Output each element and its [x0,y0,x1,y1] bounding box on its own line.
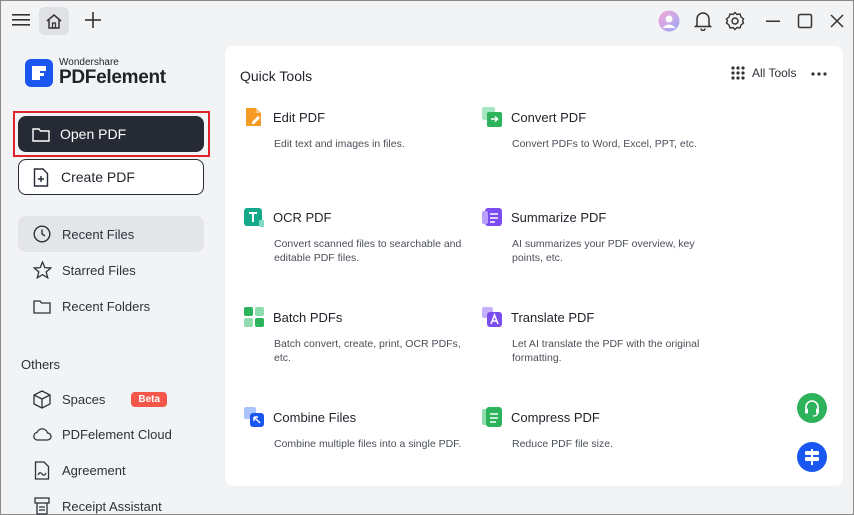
home-icon [46,13,62,29]
sidebar-item-starred-files[interactable]: Starred Files [18,252,204,288]
tool-name: Edit PDF [273,109,326,125]
settings-gear-icon[interactable] [723,9,747,33]
tool-name: Convert PDF [511,109,587,125]
star-icon [32,260,52,280]
sidebar-item-label: Spaces [62,391,106,407]
tool-translate-pdf[interactable]: Translate PDF Let AI translate the PDF w… [481,306,701,365]
user-avatar-icon[interactable] [657,9,681,33]
tool-name: OCR PDF [273,209,332,225]
tool-compress-pdf[interactable]: Compress PDF Reduce PDF file size. [481,406,701,451]
app-logo: Wondershare PDFelement [25,57,166,88]
tool-name: Combine Files [273,409,357,425]
cube-icon [32,389,52,409]
tool-batch-pdfs[interactable]: Batch PDFs Batch convert, create, print,… [243,306,463,365]
tool-description: Convert PDFs to Word, Excel, PPT, etc. [512,138,697,150]
grid-icon [731,66,745,80]
brand-name: PDFelement [59,67,166,88]
tool-description: Edit text and images in files. [274,138,405,150]
create-pdf-button[interactable]: Create PDF [18,159,204,195]
sidebar-item-receipt-assistant[interactable]: Receipt Assistant [18,488,204,515]
tool-name: Compress PDF [511,409,600,425]
title-bar [1,1,853,39]
new-tab-plus-icon[interactable] [81,9,105,31]
tool-convert-pdf[interactable]: Convert PDF Convert PDFs to Word, Excel,… [481,106,701,151]
sidebar-item-agreement[interactable]: Agreement [18,452,204,488]
signpost-icon [805,449,819,465]
all-tools-label: All Tools [752,66,797,80]
headset-icon [805,400,819,417]
page-title: Quick Tools [240,68,313,84]
close-window-icon[interactable] [825,9,849,33]
hamburger-menu-icon[interactable] [9,9,33,31]
tool-name: Translate PDF [511,309,595,325]
tool-description: AI summarizes your PDF overview, key poi… [512,238,695,264]
folder-icon [32,296,52,316]
sidebar-item-label: Starred Files [62,262,136,278]
create-pdf-label: Create PDF [61,169,135,185]
tool-summarize-pdf[interactable]: Summarize PDF AI summarizes your PDF ove… [481,206,701,265]
cloud-icon [32,424,52,444]
sidebar-item-label: PDFelement Cloud [62,426,172,442]
tool-description: Let AI translate the PDF with the origin… [512,338,700,364]
sidebar-item-label: Receipt Assistant [62,498,162,514]
convert-pdf-icon [481,106,503,128]
batch-pdfs-icon [243,306,265,328]
pdfelement-logo-icon [25,58,53,87]
ocr-pdf-icon [243,206,265,228]
clock-icon [32,224,52,244]
folder-icon [32,124,52,144]
receipt-icon [32,496,52,515]
sidebar-item-label: Recent Files [62,226,135,242]
sidebar-item-label: Recent Folders [62,298,151,314]
notification-bell-icon[interactable] [691,9,715,33]
tool-name: Summarize PDF [511,209,607,225]
others-section-label: Others [21,357,61,372]
all-tools-button[interactable]: All Tools [731,66,796,80]
edit-pdf-icon [243,106,265,128]
sidebar: Wondershare PDFelement Open PDF Create P… [1,39,217,515]
tool-combine-files[interactable]: Combine Files Combine multiple files int… [243,406,463,451]
tool-name: Batch PDFs [273,309,343,325]
sidebar-item-spaces[interactable]: Spaces Beta [18,381,204,417]
minimize-window-icon[interactable] [761,9,785,33]
sidebar-item-pdfelement-cloud[interactable]: PDFelement Cloud [18,416,204,452]
maximize-window-icon[interactable] [793,9,817,33]
sidebar-item-label: Agreement [62,462,126,478]
agreement-icon [32,460,52,480]
translate-pdf-icon [481,306,503,328]
tool-ocr-pdf[interactable]: OCR PDF Convert scanned files to searcha… [243,206,463,265]
tool-description: Batch convert, create, print, OCR PDFs, … [274,338,461,364]
summarize-pdf-icon [481,206,503,228]
tool-edit-pdf[interactable]: Edit PDF Edit text and images in files. [243,106,463,151]
more-options-icon[interactable] [811,68,827,80]
quick-tools-panel: Quick Tools All Tools Edit PDF Edit text… [225,46,843,486]
sidebar-item-recent-files[interactable]: Recent Files [18,216,204,252]
tool-description: Combine multiple files into a single PDF… [274,438,462,450]
sidebar-item-recent-folders[interactable]: Recent Folders [18,288,204,324]
open-pdf-button[interactable]: Open PDF [18,116,204,152]
tool-description: Convert scanned files to searchable and … [274,238,462,264]
add-file-icon [33,167,53,187]
combine-files-icon [243,406,265,428]
compress-pdf-icon [481,406,503,428]
tool-description: Reduce PDF file size. [512,438,613,450]
open-pdf-label: Open PDF [60,126,127,142]
support-headset-button[interactable] [797,393,827,423]
beta-badge: Beta [131,391,168,407]
feedback-button[interactable] [797,442,827,472]
home-tab[interactable] [39,7,69,35]
